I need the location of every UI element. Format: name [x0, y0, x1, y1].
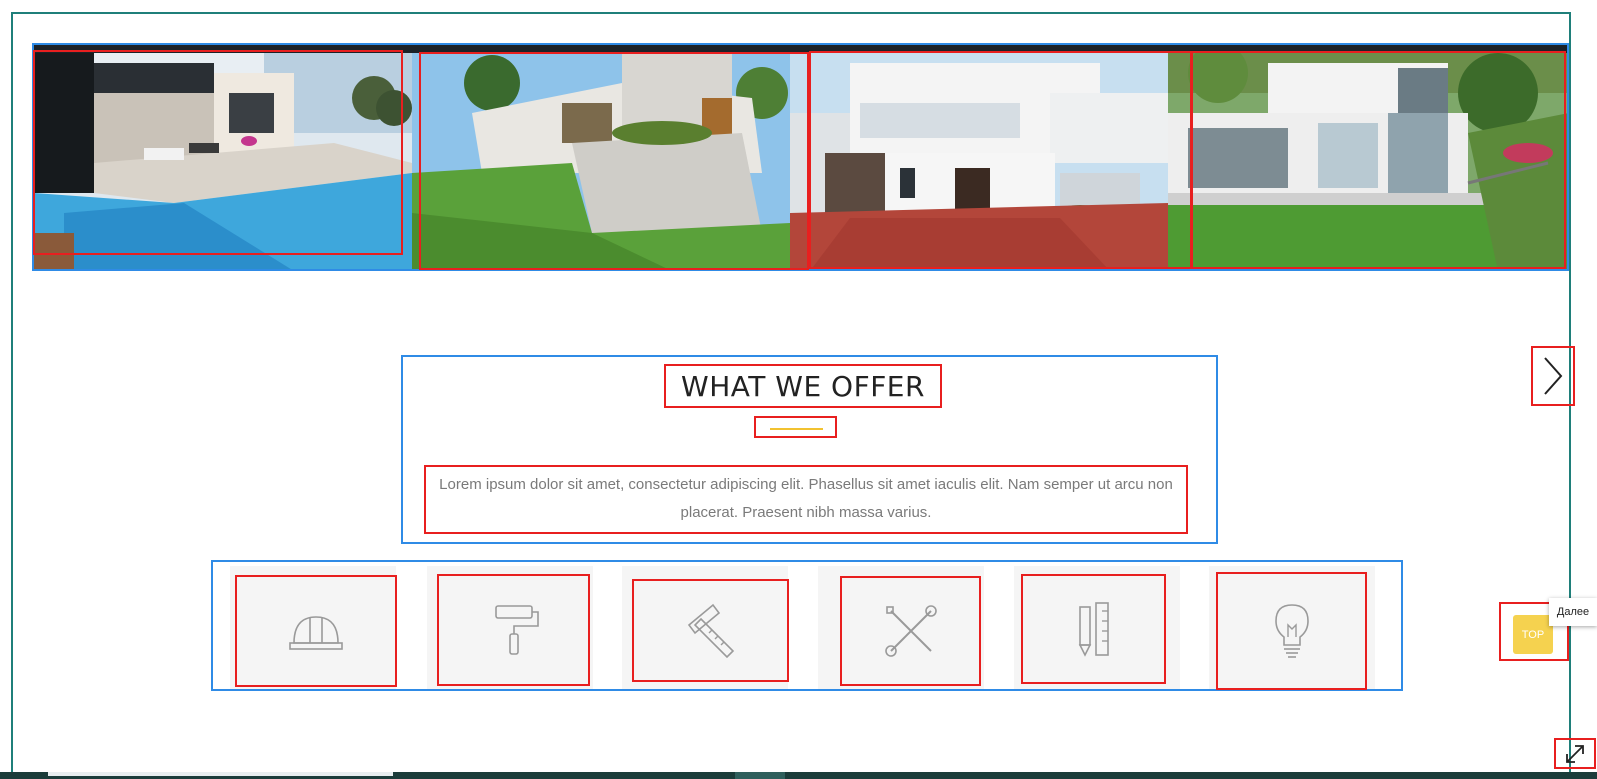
wrench-screwdriver-icon [884, 605, 937, 657]
expand-icon [1566, 744, 1584, 763]
gallery-photo-3[interactable] [790, 53, 1168, 269]
service-painting[interactable] [437, 574, 590, 686]
scroll-top-button[interactable]: TOP [1513, 615, 1553, 654]
lightbulb-icon [1274, 604, 1309, 658]
hard-hat-icon [289, 616, 343, 650]
service-ideas[interactable] [1216, 572, 1367, 690]
service-carpentry[interactable] [632, 579, 789, 682]
service-repair[interactable] [840, 576, 981, 686]
section-title: WHAT WE OFFER [664, 364, 942, 408]
gallery-photo-2[interactable] [412, 53, 790, 269]
photo-gallery [32, 43, 1569, 271]
gallery-photo-4[interactable] [1168, 53, 1567, 269]
gallery-top-strip [34, 45, 1567, 53]
service-construction[interactable] [235, 575, 397, 687]
expand-button[interactable] [1554, 738, 1596, 769]
service-design[interactable] [1021, 574, 1166, 684]
tooltip: Далее [1549, 598, 1597, 626]
pencil-ruler-icon [1078, 602, 1109, 657]
title-underline [754, 416, 837, 438]
chevron-right-icon [1544, 357, 1563, 395]
section-description: Lorem ipsum dolor sit amet, consectetur … [424, 465, 1188, 534]
square-ruler-icon [687, 603, 734, 658]
gallery-photo-1[interactable] [34, 53, 412, 269]
taskbar-strip [0, 772, 1597, 779]
paint-roller-icon [494, 605, 539, 655]
gallery-next-button[interactable] [1531, 346, 1575, 406]
